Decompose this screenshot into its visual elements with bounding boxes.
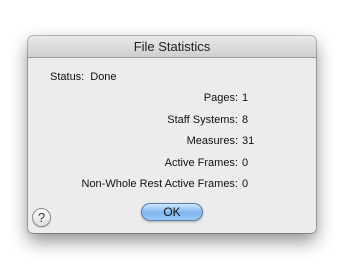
- measures-label: Measures:: [186, 135, 238, 147]
- stat-row-non-whole-rest-active-frames: Non-Whole Rest Active Frames: 0: [28, 178, 316, 200]
- stat-row-active-frames: Active Frames: 0: [28, 157, 316, 179]
- status-row: Status: Done: [50, 71, 117, 83]
- status-value: Done: [90, 71, 117, 83]
- title-bar[interactable]: File Statistics: [28, 36, 316, 58]
- measures-value: 31: [242, 135, 255, 147]
- stat-row-measures: Measures: 31: [28, 135, 316, 157]
- statistics-list: Pages: 1 Staff Systems: 8 Measures: 31 A…: [28, 92, 316, 200]
- dialog-title: File Statistics: [133, 39, 211, 54]
- ok-button[interactable]: OK: [141, 203, 203, 221]
- pages-label: Pages:: [203, 92, 238, 104]
- active-frames-label: Active Frames:: [164, 156, 238, 169]
- stat-row-pages: Pages: 1: [28, 92, 316, 114]
- file-statistics-dialog: File Statistics Status: Done Pages: 1 Sta…: [28, 36, 316, 233]
- staff-systems-label: Staff Systems:: [167, 113, 238, 126]
- stat-row-staff-systems: Staff Systems: 8: [28, 114, 316, 136]
- status-label: Status:: [50, 71, 85, 83]
- help-icon: ?: [37, 210, 46, 225]
- non-whole-rest-active-frames-value: 0: [242, 178, 249, 190]
- pages-value: 1: [242, 92, 249, 104]
- non-whole-rest-active-frames-label: Non-Whole Rest Active Frames:: [81, 178, 239, 190]
- help-button[interactable]: ?: [32, 208, 51, 227]
- active-frames-value: 0: [242, 156, 249, 169]
- staff-systems-value: 8: [242, 113, 249, 126]
